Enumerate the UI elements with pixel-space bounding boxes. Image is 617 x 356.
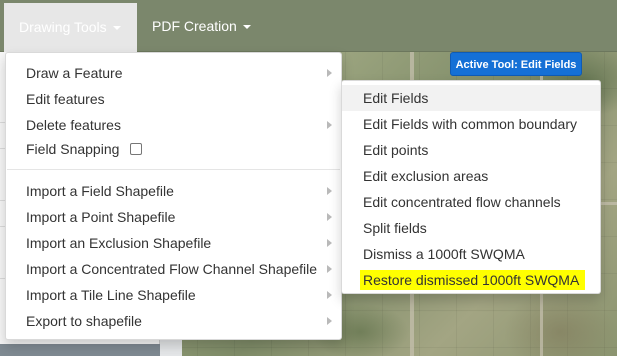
active-tool-badge: Active Tool: Edit Fields: [450, 52, 582, 76]
submenu-item-label: Edit Fields with common boundary: [363, 116, 577, 132]
menu-item-label: Import a Concentrated Flow Channel Shape…: [26, 261, 318, 277]
menu-item-import-field-shapefile[interactable]: Import a Field Shapefile: [6, 178, 341, 204]
nav-pdf-creation[interactable]: PDF Creation: [137, 0, 266, 52]
submenu-item-label: Edit exclusion areas: [363, 168, 489, 184]
chevron-right-icon: [327, 291, 332, 299]
submenu-item-edit-fields[interactable]: Edit Fields: [342, 85, 600, 111]
drawing-tools-menu: Draw a Feature Edit features Delete feat…: [5, 52, 342, 340]
menu-item-label: Import a Field Shapefile: [26, 183, 174, 199]
chevron-right-icon: [327, 317, 332, 325]
menu-item-export-shapefile[interactable]: Export to shapefile: [6, 308, 341, 334]
menu-item-label: Field Snapping: [26, 141, 120, 157]
menu-divider: [7, 169, 340, 170]
submenu-item-label-highlighted: Restore dismissed 1000ft SWQMA: [360, 270, 586, 290]
field-snapping-checkbox[interactable]: [130, 143, 143, 155]
menu-item-label: Import a Tile Line Shapefile: [26, 287, 196, 303]
panel-footer: [0, 344, 160, 356]
submenu-item-restore-swqma[interactable]: Restore dismissed 1000ft SWQMA: [342, 267, 600, 293]
menu-item-label: Export to shapefile: [26, 313, 142, 329]
submenu-item-label: Dismiss a 1000ft SWQMA: [363, 246, 525, 262]
top-navbar: Drawing Tools PDF Creation: [0, 0, 617, 52]
submenu-item-edit-exclusion-areas[interactable]: Edit exclusion areas: [342, 163, 600, 189]
chevron-right-icon: [327, 121, 332, 129]
menu-item-draw-feature[interactable]: Draw a Feature: [6, 60, 341, 86]
menu-item-import-tile-line-shapefile[interactable]: Import a Tile Line Shapefile: [6, 282, 341, 308]
submenu-item-edit-flow-channels[interactable]: Edit concentrated flow channels: [342, 189, 600, 215]
menu-item-label: Delete features: [26, 117, 121, 133]
menu-item-label: Import a Point Shapefile: [26, 209, 176, 225]
nav-drawing-tools-label: Drawing Tools: [19, 19, 107, 35]
nav-drawing-tools[interactable]: Drawing Tools: [4, 3, 137, 52]
submenu-item-label: Edit concentrated flow channels: [363, 194, 561, 210]
menu-item-delete-features[interactable]: Delete features: [6, 112, 341, 138]
chevron-right-icon: [327, 265, 332, 273]
submenu-item-edit-points[interactable]: Edit points: [342, 137, 600, 163]
caret-down-icon: [112, 26, 121, 31]
submenu-item-label: Edit points: [363, 142, 429, 158]
menu-item-import-flow-channel-shapefile[interactable]: Import a Concentrated Flow Channel Shape…: [6, 256, 341, 282]
menu-item-label: Edit features: [26, 91, 105, 107]
nav-pdf-creation-label: PDF Creation: [152, 18, 237, 34]
chevron-right-icon: [327, 213, 332, 221]
menu-item-label: Draw a Feature: [26, 65, 123, 81]
menu-item-field-snapping[interactable]: Field Snapping: [6, 136, 341, 162]
chevron-right-icon: [327, 239, 332, 247]
submenu-item-split-fields[interactable]: Split fields: [342, 215, 600, 241]
submenu-item-dismiss-swqma[interactable]: Dismiss a 1000ft SWQMA: [342, 241, 600, 267]
chevron-right-icon: [327, 69, 332, 77]
submenu-item-label: Split fields: [363, 220, 427, 236]
menu-item-edit-features[interactable]: Edit features: [6, 86, 341, 112]
menu-item-label: Import an Exclusion Shapefile: [26, 235, 212, 251]
menu-item-import-point-shapefile[interactable]: Import a Point Shapefile: [6, 204, 341, 230]
submenu-item-edit-fields-common-boundary[interactable]: Edit Fields with common boundary: [342, 111, 600, 137]
edit-features-submenu: Edit Fields Edit Fields with common boun…: [341, 80, 601, 294]
menu-item-import-exclusion-shapefile[interactable]: Import an Exclusion Shapefile: [6, 230, 341, 256]
submenu-item-label: Edit Fields: [363, 90, 429, 106]
chevron-right-icon: [327, 187, 332, 195]
caret-down-icon: [242, 25, 251, 30]
